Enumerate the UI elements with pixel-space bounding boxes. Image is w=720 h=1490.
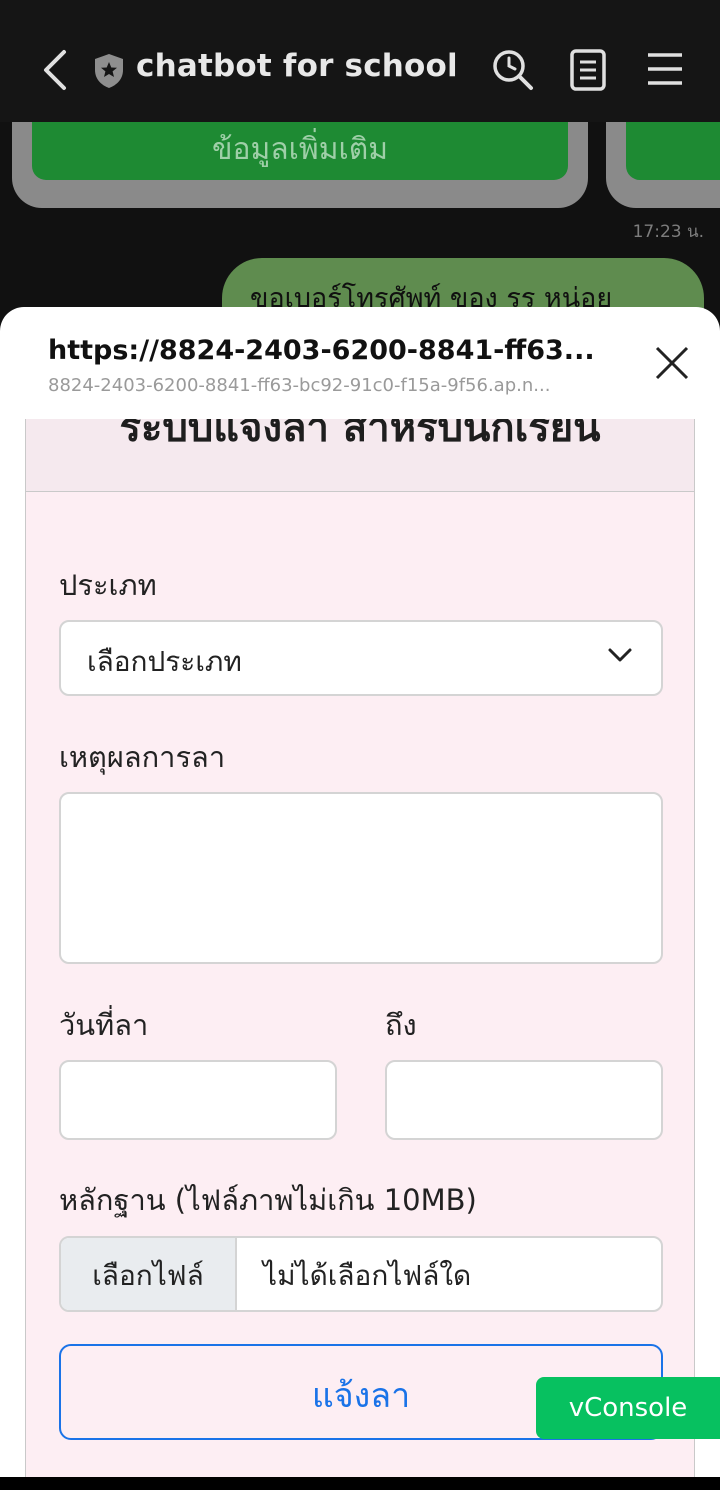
flex-card: ข้อมูลเพิ่มเติม [12, 122, 588, 208]
choose-file-button[interactable]: เลือกไฟล์ [61, 1238, 237, 1310]
search-icon[interactable] [491, 48, 535, 92]
date-from-label: วันที่ลา [59, 1008, 149, 1042]
more-info-button[interactable]: ข้อมูลเพิ่มเติม [32, 122, 568, 180]
chevron-down-icon [608, 648, 632, 662]
leave-form-card: ระบบแจ้งลา สำหรับนักเรียน ประเภท เลือกปร… [25, 419, 695, 1477]
type-select[interactable]: เลือกประเภท [59, 620, 663, 696]
flex-card-partial [606, 122, 720, 208]
file-status: ไม่ได้เลือกไฟล์ใด [263, 1259, 472, 1292]
evidence-label: หลักฐาน (ไฟล์ภาพไม่เกิน 10MB) [59, 1183, 477, 1217]
shield-star-icon [95, 54, 123, 88]
date-from-input[interactable] [59, 1060, 337, 1140]
chat-area: ข้อมูลเพิ่มเติม 17:23 น. ขอเบอร์โทรศัพท์… [0, 122, 720, 322]
type-label: ประเภท [59, 568, 157, 602]
vconsole-button[interactable]: vConsole [536, 1377, 720, 1439]
form-title: ระบบแจ้งลา สำหรับนักเรียน [119, 419, 601, 451]
form-header: ระบบแจ้งลา สำหรับนักเรียน [26, 419, 694, 492]
chat-title: chatbot for school [136, 48, 458, 84]
date-to-input[interactable] [385, 1060, 663, 1140]
message-timestamp: 17:23 น. [632, 222, 704, 242]
sheet-url: https://8824-2403-6200-8841-ff63... [48, 335, 595, 366]
bottom-bar [0, 1477, 720, 1490]
close-icon[interactable] [654, 345, 690, 381]
type-select-value: เลือกประเภท [87, 645, 242, 678]
reason-textarea[interactable] [59, 792, 663, 964]
liff-sheet: https://8824-2403-6200-8841-ff63... 8824… [0, 307, 720, 1477]
reason-label: เหตุผลการลา [59, 740, 226, 774]
date-to-label: ถึง [385, 1008, 417, 1042]
back-arrow-icon[interactable] [38, 48, 72, 92]
menu-icon[interactable] [646, 50, 684, 88]
webview: ระบบแจ้งลา สำหรับนักเรียน ประเภท เลือกปร… [0, 419, 720, 1477]
sheet-domain: 8824-2403-6200-8841-ff63-bc92-91c0-f15a-… [48, 375, 551, 396]
card-button-partial[interactable] [626, 122, 720, 180]
file-input[interactable]: เลือกไฟล์ ไม่ได้เลือกไฟล์ใด [59, 1236, 663, 1312]
note-icon[interactable] [568, 48, 608, 92]
app-bar: chatbot for school [0, 0, 720, 122]
